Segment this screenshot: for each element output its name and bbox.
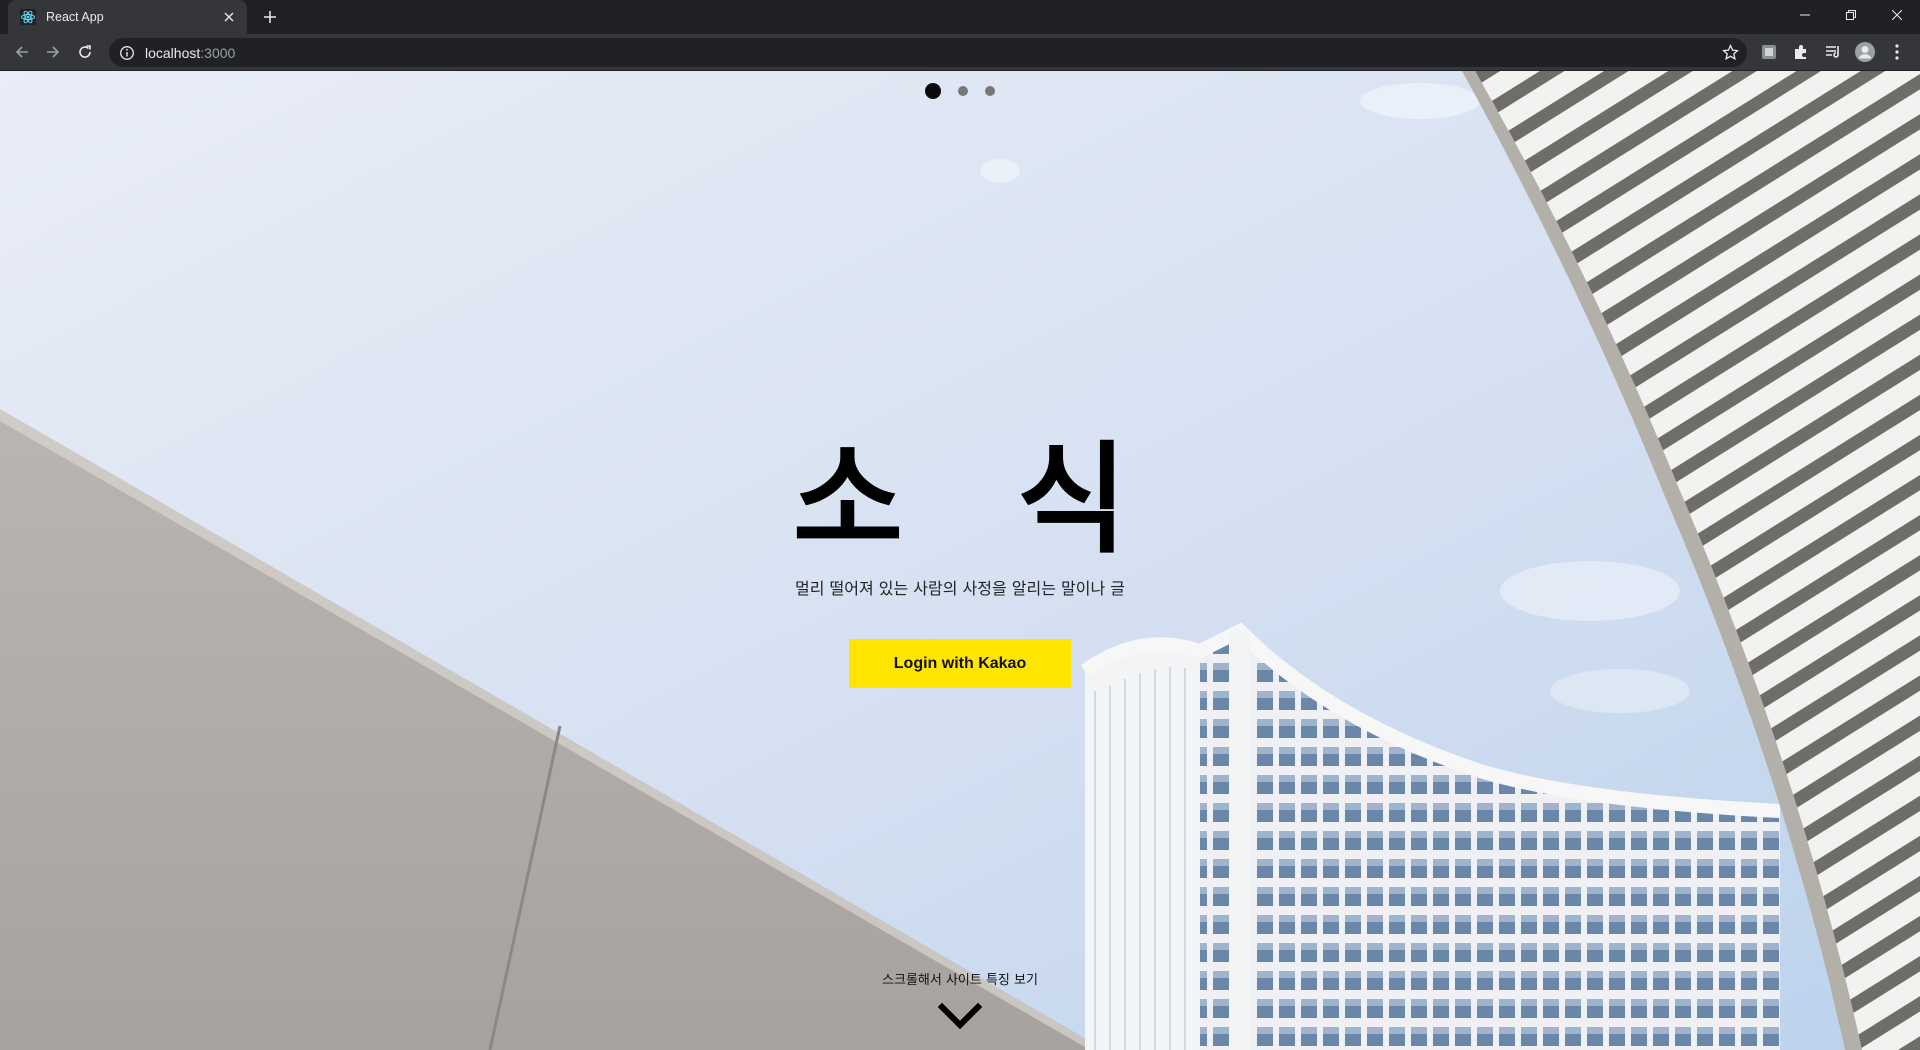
reading-list-icon[interactable]	[1821, 40, 1845, 64]
page-subtitle: 멀리 떨어져 있는 사람의 사정을 알리는 말이나 글	[794, 579, 1125, 598]
carousel-dots	[925, 83, 995, 99]
address-bar[interactable]: localhost:3000	[109, 38, 1747, 67]
restore-icon[interactable]	[1828, 0, 1874, 30]
minimize-icon[interactable]	[1782, 0, 1828, 30]
browser-tab[interactable]: React App	[8, 0, 247, 34]
carousel-dot-2[interactable]	[958, 86, 968, 96]
react-favicon-icon	[20, 9, 36, 25]
scroll-hint: 스크롤해서 사이트 특징 보기	[882, 973, 1038, 988]
extension-icon[interactable]	[1757, 40, 1781, 64]
star-icon[interactable]	[1722, 44, 1739, 61]
tab-title: React App	[46, 10, 104, 24]
plus-icon[interactable]	[258, 5, 282, 29]
carousel-dot-3[interactable]	[985, 86, 995, 96]
page-viewport: 소 식 멀리 떨어져 있는 사람의 사정을 알리는 말이나 글 Login wi…	[0, 71, 1920, 1050]
close-icon[interactable]	[221, 9, 237, 25]
hero-section: 소 식 멀리 떨어져 있는 사람의 사정을 알리는 말이나 글	[0, 441, 1920, 599]
chevron-down-icon[interactable]	[938, 1003, 982, 1031]
menu-icon[interactable]	[1885, 40, 1909, 64]
url-port: :3000	[200, 44, 236, 61]
reload-icon[interactable]	[72, 39, 98, 65]
profile-icon[interactable]	[1853, 40, 1877, 64]
back-icon[interactable]	[9, 39, 35, 65]
forward-icon[interactable]	[40, 39, 66, 65]
window-close-icon[interactable]	[1874, 0, 1920, 30]
puzzle-icon[interactable]	[1789, 40, 1813, 64]
browser-toolbar: localhost:3000	[0, 34, 1920, 71]
kakao-login-button[interactable]: Login with Kakao	[849, 639, 1071, 688]
tab-strip: React App	[0, 0, 1920, 34]
url-host: localhost	[145, 44, 201, 61]
info-icon[interactable]	[119, 45, 135, 61]
carousel-dot-1[interactable]	[925, 83, 941, 99]
page-title: 소 식	[792, 431, 1164, 570]
window-controls	[1782, 0, 1920, 30]
